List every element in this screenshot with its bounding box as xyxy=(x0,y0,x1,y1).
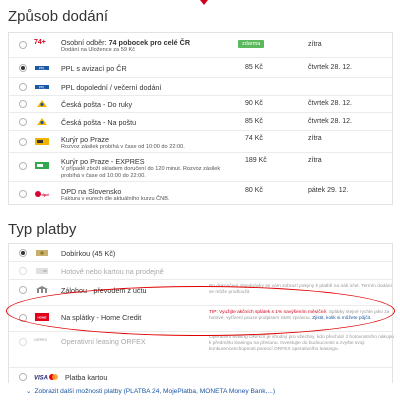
option-label: PPL s avizací po ČR xyxy=(61,64,127,73)
dpd-logo-icon: dpd xyxy=(35,191,49,197)
top-marker xyxy=(200,0,208,5)
option-label: Dobírkou (45 Kč) xyxy=(61,249,116,258)
option-price: 74 Kč xyxy=(245,135,263,142)
option-date: zítra xyxy=(308,41,322,48)
courier-express-icon xyxy=(35,162,49,169)
shipping-option-kuryr-expres[interactable]: Kurýr po Praze - EXPRES V případě zboží … xyxy=(9,152,392,181)
option-price: 189 Kč xyxy=(245,157,267,164)
option-date: čtvrtek 28. 12. xyxy=(308,64,352,71)
radio[interactable] xyxy=(19,100,27,108)
radio-checked[interactable] xyxy=(19,249,27,257)
option-date: pátek 29. 12. xyxy=(308,187,349,194)
option-label: Operativní leasing ORFEX xyxy=(61,337,146,346)
courier-truck-icon xyxy=(35,138,49,145)
option-label: Česká pošta - Na poštu xyxy=(61,118,137,127)
shipping-option-posta-ruky[interactable]: Česká pošta - Do ruky 90 Kč čtvrtek 28. … xyxy=(9,95,392,112)
more-payment-options-link[interactable]: ⌄ Zobrazit další možnosti platby (PLATBA … xyxy=(26,387,275,395)
option-label: Kurýr po Praze xyxy=(61,135,109,144)
option-note: Operativní leasing ORFEX je vhodný pro v… xyxy=(209,335,394,352)
wallet-icon xyxy=(36,268,48,274)
option-label: Osobní odběr: 74 pobocek pro celé ČR xyxy=(61,38,191,47)
radio[interactable] xyxy=(19,83,27,91)
shipping-option-dpd[interactable]: dpd DPD na Slovensko Faktura v eurech dl… xyxy=(9,181,392,205)
option-label: Kurýr po Praze - EXPRES xyxy=(61,157,145,166)
radio[interactable] xyxy=(19,286,27,294)
option-label: Česká pošta - Do ruky xyxy=(61,100,133,109)
ppl-logo-icon: PPL xyxy=(35,66,49,71)
option-price: 80 Kč xyxy=(245,187,263,194)
option-price: 85 Kč xyxy=(245,64,263,71)
red-highlight-ellipse xyxy=(6,286,395,336)
free-badge: zdarma xyxy=(238,40,265,48)
option-label: Platba kartou xyxy=(65,373,108,382)
option-label: DPD na Slovensko xyxy=(61,187,122,196)
chevron-down-icon: ⌄ xyxy=(26,388,32,395)
radio[interactable] xyxy=(19,373,27,381)
option-date: čtvrtek 28. 12. xyxy=(308,118,352,125)
option-label: Hotově nebo kartou na prodejně xyxy=(61,267,164,276)
orfex-logo-icon: ORFEX xyxy=(34,338,48,342)
payment-title: Typ platby xyxy=(8,221,77,238)
option-price: 85 Kč xyxy=(245,118,263,125)
option-label: PPL dopolední / večerní dodání xyxy=(61,83,162,92)
bank-icon xyxy=(36,286,48,293)
shipping-option-ppl[interactable]: PPL PPL s avizací po ČR 85 Kč čtvrtek 28… xyxy=(9,57,392,77)
radio[interactable] xyxy=(19,162,27,170)
option-sub: Dodání na Uložence za 59 Kč xyxy=(61,47,136,53)
radio[interactable] xyxy=(19,41,27,49)
payment-option-leasing: ORFEX Operativní leasing ORFEX Operativn… xyxy=(9,331,394,367)
payment-option-hotove: Hotově nebo kartou na prodejně xyxy=(9,261,392,279)
ppl-logo-icon: PPL xyxy=(35,85,49,90)
svg-text:PPL: PPL xyxy=(39,67,46,71)
ceska-posta-logo-icon xyxy=(37,100,47,107)
shipping-option-74plus[interactable]: 74+ Osobní odběr: 74 pobocek pro celé ČR… xyxy=(9,33,392,57)
option-date: zítra xyxy=(308,157,322,164)
radio-disabled xyxy=(19,267,27,275)
shipping-option-kuryr[interactable]: Kurýr po Praze Rozvoz zásilek probíhá v … xyxy=(9,130,392,152)
option-sub: Rozvoz zásilek probíhá v čase od 10:00 d… xyxy=(61,144,185,150)
payment-option-karta[interactable]: VISA Platba kartou xyxy=(9,367,392,384)
svg-text:VISA: VISA xyxy=(34,376,48,382)
radio[interactable] xyxy=(19,118,27,126)
svg-text:PPL: PPL xyxy=(39,86,46,90)
shipping-option-posta-postu[interactable]: Česká pošta - Na poštu 85 Kč čtvrtek 28.… xyxy=(9,112,392,130)
shipping-options: 74+ Osobní odběr: 74 pobocek pro celé ČR… xyxy=(8,32,393,205)
option-date: čtvrtek 28. 12. xyxy=(308,100,352,107)
option-price: 90 Kč xyxy=(245,100,263,107)
visa-mastercard-icon: VISA xyxy=(34,374,58,382)
radio-checked[interactable] xyxy=(19,64,27,72)
svg-text:dpd: dpd xyxy=(41,192,49,197)
ceska-posta-logo-icon xyxy=(37,118,47,125)
option-sub: Faktura v eurech dle aktuálního kurzu ČN… xyxy=(61,196,170,202)
shipping-option-ppl-evening[interactable]: PPL PPL dopolední / večerní dodání xyxy=(9,77,392,95)
radio-disabled xyxy=(19,338,27,346)
option-date: zítra xyxy=(308,135,322,142)
shipping-title: Způsob dodání xyxy=(8,8,109,25)
radio[interactable] xyxy=(19,138,27,146)
radio[interactable] xyxy=(19,190,27,198)
74plus-logo-icon: 74+ xyxy=(34,39,46,46)
payment-option-dobirka[interactable]: Dobírkou (45 Kč) xyxy=(9,244,392,261)
option-sub: V případě zboží skladem doručení do 120 … xyxy=(61,166,221,179)
cash-icon xyxy=(36,250,48,256)
